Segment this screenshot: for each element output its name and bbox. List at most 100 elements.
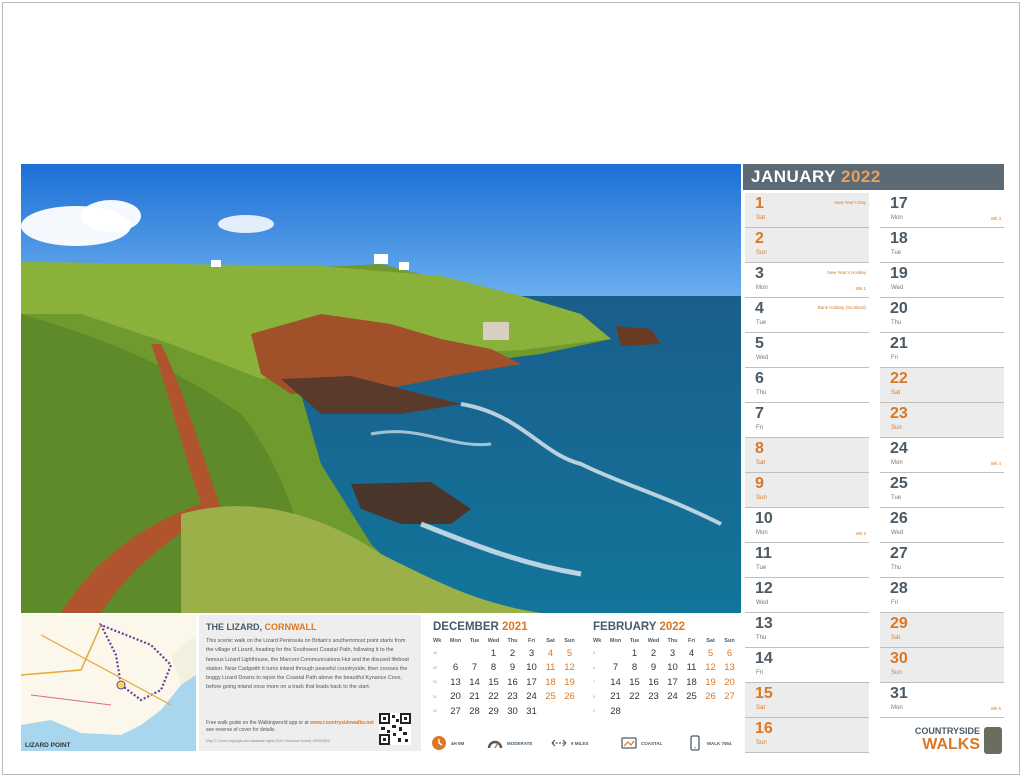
clock-icon <box>432 736 446 750</box>
day-number: 5 <box>755 335 764 352</box>
day-name: Sat <box>756 460 766 466</box>
calendar-date <box>541 704 560 719</box>
calendar-date <box>606 646 625 661</box>
day-cell: 23 Sun <box>880 403 1004 438</box>
day-number: 23 <box>890 405 908 422</box>
weekday-header: Mon <box>449 638 462 644</box>
week-number: Wk 1 <box>855 286 866 291</box>
calendar-date: 14 <box>610 676 621 688</box>
calendar-date: 24 <box>667 691 678 703</box>
calendar-date: 15 <box>629 676 640 688</box>
day-number: 25 <box>890 475 908 492</box>
walk-stats-bar: 4H 5M MODERATE 9 MILES COASTAL WALK 7554 <box>425 734 741 754</box>
day-number: 24 <box>890 440 908 457</box>
map-icon <box>621 737 637 749</box>
day-number: 17 <box>890 195 908 212</box>
calendar-date: 25 <box>545 691 556 703</box>
february-name: FEBRUARY <box>593 621 657 633</box>
walk-guide-note: Free walk guide on the Walkingworld app … <box>206 720 376 734</box>
weekday-header: Mon <box>609 638 622 644</box>
day-cell: 17 Mon Wk 3 <box>880 193 1004 228</box>
day-name: Wed <box>891 530 904 536</box>
week-number: 51 <box>433 694 437 699</box>
calendar-date: 17 <box>526 676 537 688</box>
calendar-date: 5 <box>566 647 573 659</box>
calendar-date: 10 <box>526 662 537 674</box>
calendar-date: 9 <box>650 662 657 674</box>
gauge-icon <box>487 740 503 749</box>
week-number: 9 <box>593 709 595 714</box>
day-cell: 28 Fri <box>880 578 1004 613</box>
day-number: 6 <box>755 370 764 387</box>
day-cell: 5 Wed <box>745 333 869 368</box>
february-title: FEBRUARY 2022 <box>593 621 748 636</box>
day-cell: 30 Sun <box>880 648 1004 683</box>
december-name: DECEMBER <box>433 621 499 633</box>
calendar-date: 13 <box>450 676 461 688</box>
calendar-date: 11 <box>686 662 697 674</box>
day-number: 26 <box>890 510 908 527</box>
calendar-date: 27 <box>450 705 461 717</box>
day-name: Sun <box>756 250 767 256</box>
calendar-date: 28 <box>610 705 621 717</box>
brand-line-2: WALKS <box>922 736 980 753</box>
map-label: LIZARD POINT <box>25 742 71 749</box>
day-name: Thu <box>891 565 902 571</box>
day-cell: 26 Wed <box>880 508 1004 543</box>
guide-suffix: see reverse of cover for details. <box>206 727 276 733</box>
countryside-walks-logo: COUNTRYSIDE WALKS <box>880 722 1004 755</box>
day-name: Mon <box>756 285 768 291</box>
day-cell: 7 Fri <box>745 403 869 438</box>
weekday-header: Sat <box>546 638 555 644</box>
december-grid: Wk Mon Tue Wed Thu Fri Sat Sun 48 1 2 3 4 5 49 6 7 8 9 10 11… <box>433 636 579 719</box>
calendar-date: 19 <box>705 676 716 688</box>
weekday-header: Thu <box>667 638 678 644</box>
guide-prefix: Free walk guide on the Walkingworld app … <box>206 720 309 726</box>
week-number: 52 <box>433 709 437 714</box>
weekday-header: Wk <box>593 638 602 644</box>
guide-url[interactable]: www.countrysidewalks.net <box>310 720 374 726</box>
calendar-date: 20 <box>724 676 735 688</box>
day-cell: 27 Thu <box>880 543 1004 578</box>
day-cell: 22 Sat <box>880 368 1004 403</box>
calendar-date: 21 <box>469 691 480 703</box>
route-map: LIZARD POINT <box>21 615 196 751</box>
calendar-week-row: 7 14 15 16 17 18 19 20 <box>593 675 739 690</box>
day-number: 10 <box>755 510 773 527</box>
calendar-date: 12 <box>705 662 716 674</box>
calendar-date: 18 <box>686 676 697 688</box>
day-name: Tue <box>891 250 902 256</box>
february-year: 2022 <box>659 621 686 633</box>
day-event: New Year's Day <box>834 200 866 205</box>
distance-icon <box>551 739 567 747</box>
calendar-date: 3 <box>528 647 535 659</box>
day-number: 14 <box>755 650 773 667</box>
day-name: Fri <box>891 355 898 361</box>
day-name: Tue <box>756 565 767 571</box>
calendar-date: 10 <box>667 662 678 674</box>
week-number: 50 <box>433 680 437 685</box>
stat-difficulty-label: MODERATE <box>507 741 533 746</box>
calendar-date: 28 <box>469 705 480 717</box>
calendar-date <box>682 704 701 719</box>
calendar-date: 22 <box>488 691 499 703</box>
calendar-date: 26 <box>705 691 716 703</box>
brand-line-1: COUNTRYSIDE <box>914 726 980 736</box>
landscape-photo <box>21 164 741 613</box>
day-number: 2 <box>755 230 764 247</box>
calendar-week-row: 48 1 2 3 4 5 <box>433 646 579 661</box>
calendar-date: 8 <box>490 662 497 674</box>
calendar-date: 31 <box>526 705 537 717</box>
december-year: 2021 <box>502 621 528 633</box>
weekday-header: Wed <box>487 638 500 644</box>
day-name: Mon <box>756 530 768 536</box>
day-number: 21 <box>890 335 908 352</box>
day-number: 13 <box>755 615 773 632</box>
day-name: Fri <box>756 425 763 431</box>
day-number: 20 <box>890 300 908 317</box>
walk-body-text: This scenic walk on the Lizard Peninsula… <box>206 638 409 691</box>
day-cell: 16 Sun <box>745 718 869 753</box>
day-number: 4 <box>755 300 764 317</box>
day-name: Fri <box>756 670 763 676</box>
calendar-header-row: Wk Mon Tue Wed Thu Fri Sat Sun <box>593 636 739 646</box>
